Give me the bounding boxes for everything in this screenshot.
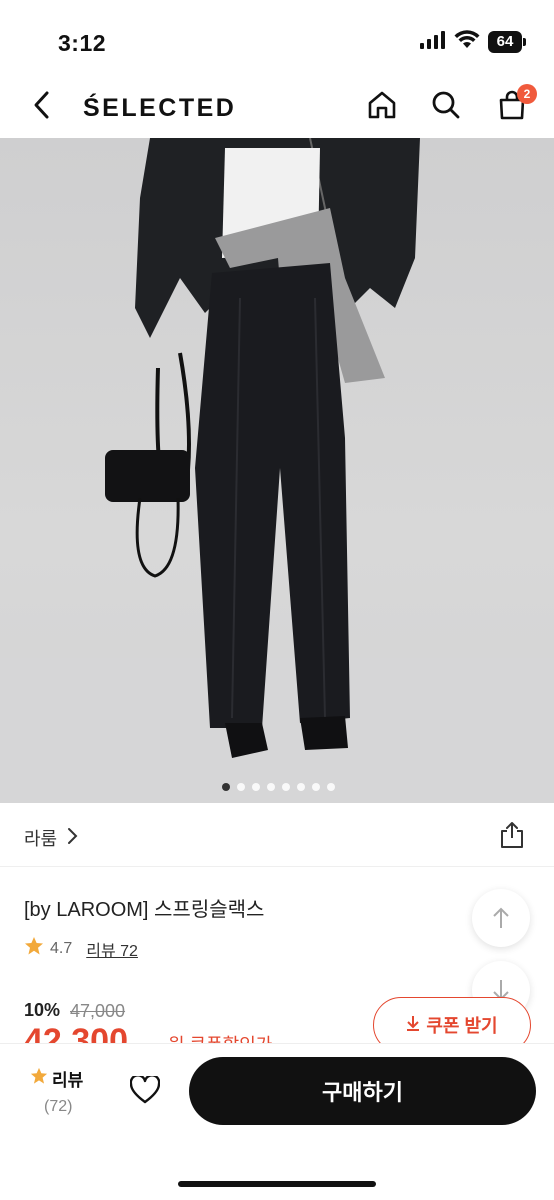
back-button[interactable] [24,90,58,124]
wishlist-button[interactable] [126,1073,164,1110]
brand-link[interactable]: 라룸 [24,825,57,851]
back-icon [32,90,50,125]
search-button[interactable] [427,88,465,126]
pagination-dot[interactable] [252,783,260,791]
star-icon [24,936,44,961]
bottom-review-count: (72) [44,1098,73,1115]
rating-row: 4.7 리뷰 72 [24,936,138,961]
arrow-up-icon [493,907,509,928]
share-button[interactable] [498,821,526,849]
download-icon [406,1015,420,1036]
home-button[interactable] [363,88,401,126]
home-icon [366,89,398,126]
top-nav: ŚELECTED 2 [0,80,554,138]
chevron-right-icon[interactable] [67,827,79,850]
product-photo [0,138,554,803]
rating-value: 4.7 [50,939,73,957]
bottom-review-label: 리뷰 [52,1071,84,1090]
scroll-up-button[interactable] [472,889,530,947]
status-icons: 64 [420,30,526,54]
pagination-dot[interactable] [222,783,230,791]
status-bar: 3:12 64 [0,0,554,80]
pagination-dot[interactable] [312,783,320,791]
pagination-dot[interactable] [282,783,290,791]
cart-button[interactable]: 2 [493,84,537,126]
cart-count-badge: 2 [517,84,537,104]
share-icon [501,822,523,848]
buy-button[interactable]: 구매하기 [189,1057,536,1125]
pagination-dot[interactable] [267,783,275,791]
brand-logo[interactable]: ŚELECTED [83,94,236,123]
discount-rate: 10% [24,1000,61,1020]
status-time: 3:12 [58,30,107,56]
pagination-dot[interactable] [327,783,335,791]
review-link[interactable]: 리뷰 72 [86,937,138,961]
battery-level: 64 [488,31,522,53]
coupon-label: 쿠폰 받기 [426,1016,498,1036]
pagination-dot[interactable] [237,783,245,791]
pagination-dot[interactable] [297,783,305,791]
bottom-review[interactable]: 리뷰 [30,1066,83,1091]
original-price: 47,000 [70,1001,126,1021]
heart-icon [129,1073,161,1109]
home-indicator [178,1181,376,1187]
product-image[interactable] [0,138,554,803]
brand-row: 라룸 [0,803,554,867]
bottom-action-bar: 리뷰 (72) 구매하기 [0,1043,554,1200]
wifi-icon [454,30,480,54]
signal-icon [420,30,446,54]
image-pagination [0,783,554,791]
battery-icon: 64 [488,31,526,53]
product-title: [by LAROOM] 스프링슬랙스 [24,899,265,921]
star-icon [30,1067,48,1090]
search-icon [430,89,462,126]
